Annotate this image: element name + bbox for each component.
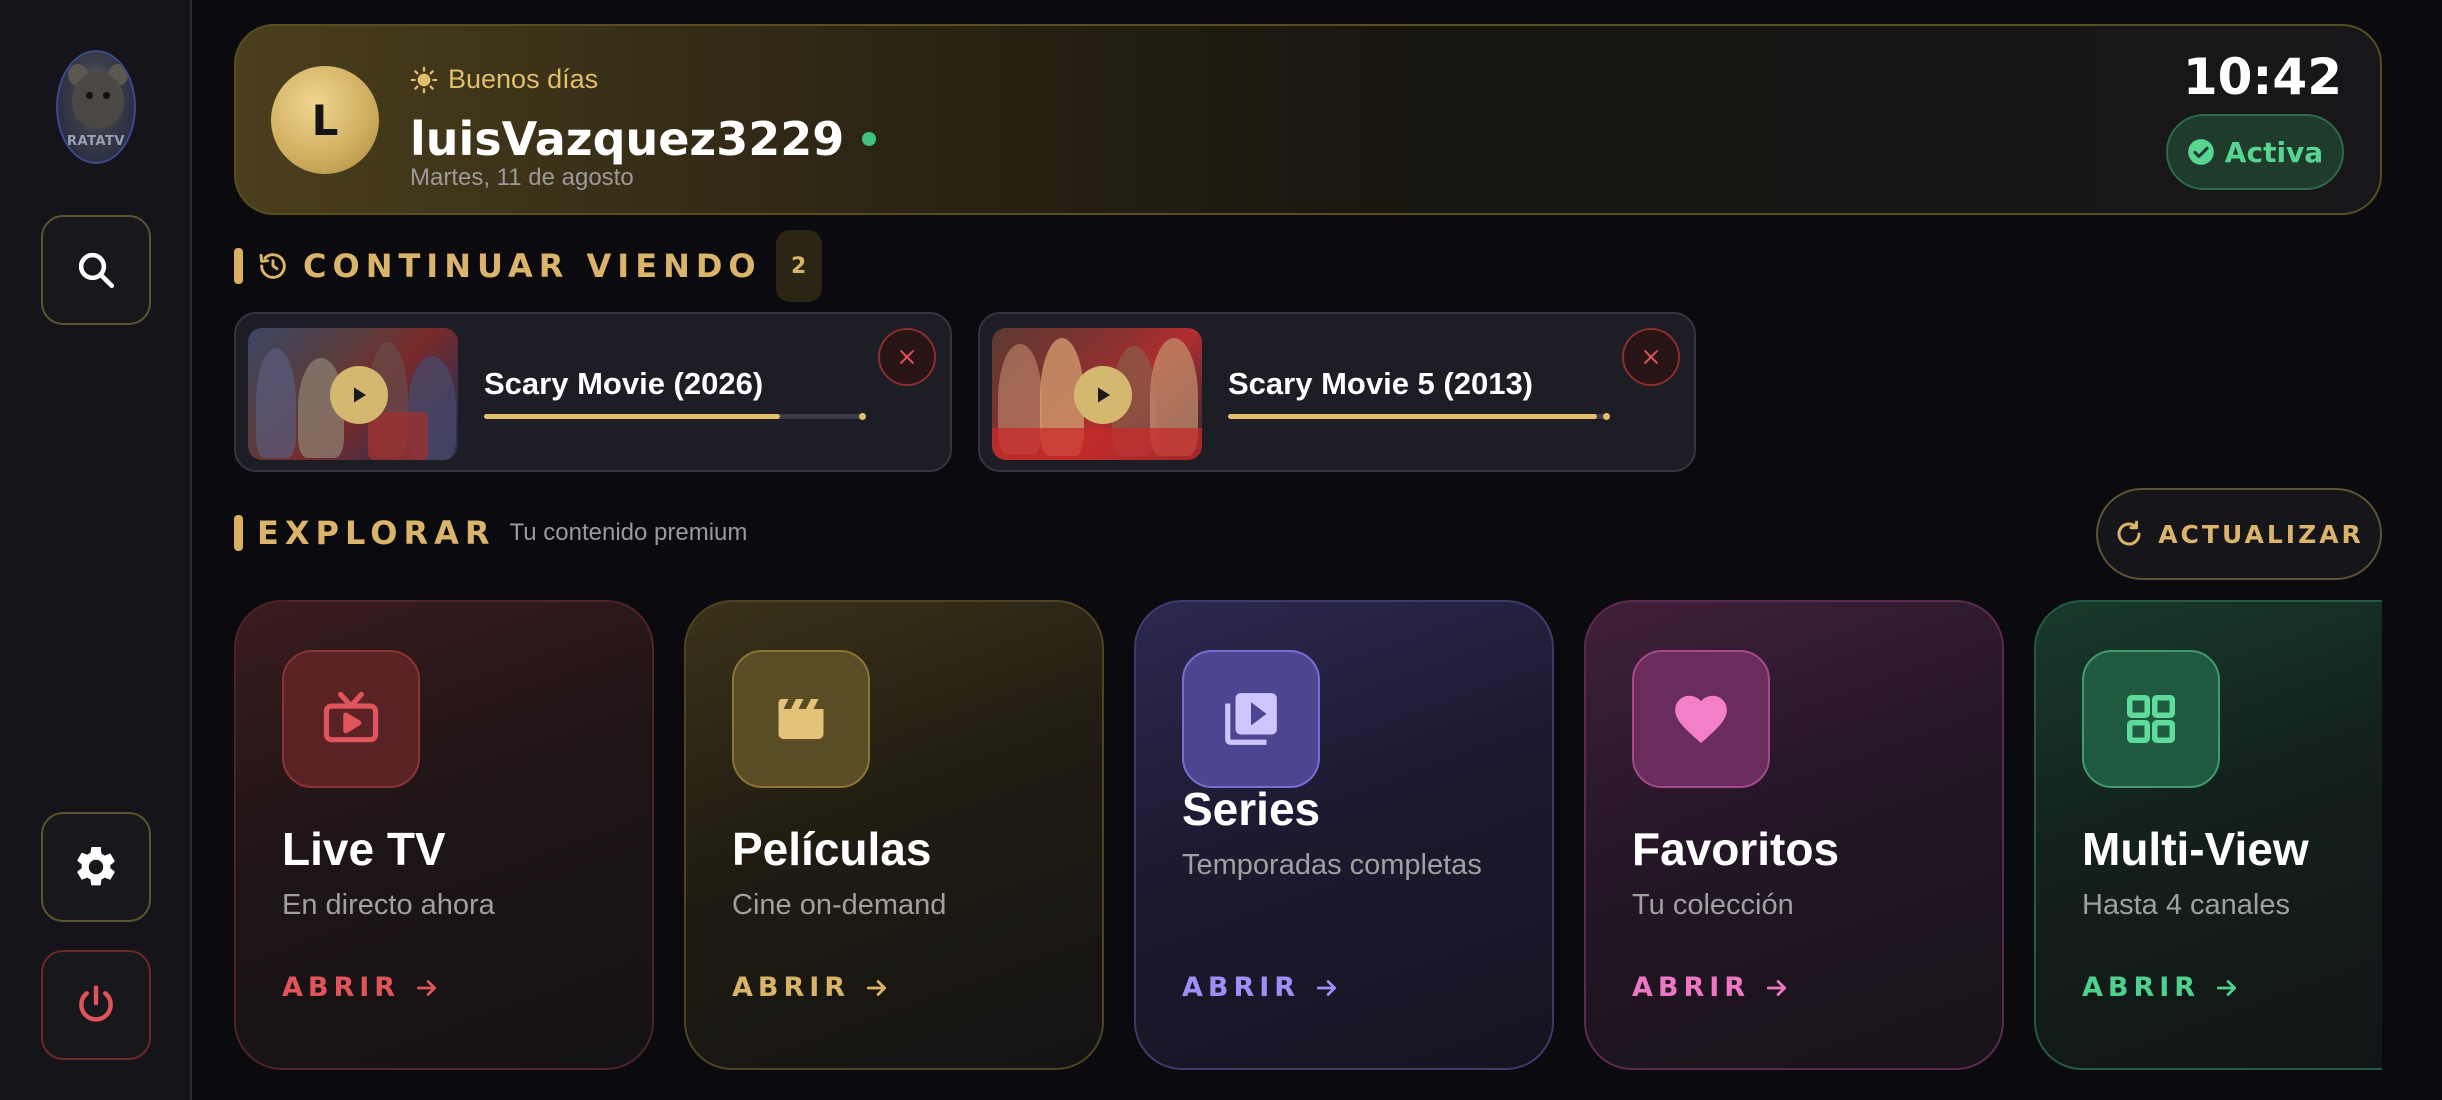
heart-icon <box>1675 695 1727 744</box>
status-badge: Activa <box>2166 114 2344 190</box>
arrow-right-icon <box>417 979 437 996</box>
play-icon <box>1098 387 1110 403</box>
category-title: Películas <box>732 823 932 875</box>
category-subtitle: En directo ahora <box>282 889 495 921</box>
section-accent-bar <box>234 248 243 284</box>
category-card-live-tv[interactable]: Live TV En directo ahora ABRIR <box>234 600 654 1070</box>
close-icon <box>900 350 914 364</box>
avatar[interactable]: L <box>271 66 379 174</box>
category-icon-box <box>282 650 420 788</box>
category-subtitle: Hasta 4 canales <box>2082 889 2290 921</box>
close-icon <box>1644 350 1658 364</box>
online-indicator <box>862 132 877 146</box>
arrow-right-icon <box>867 979 887 996</box>
remove-button[interactable] <box>878 328 936 386</box>
status-text: Activa <box>2224 135 2324 169</box>
explore-header: EXPLORAR Tu contenido premium <box>234 514 747 552</box>
refresh-button[interactable]: ACTUALIZAR <box>2096 488 2382 580</box>
progress-bar <box>484 413 866 420</box>
grid-icon <box>2127 695 2175 743</box>
gear-icon <box>77 846 115 886</box>
sidebar: RATATV <box>0 0 192 1100</box>
play-button[interactable] <box>1074 366 1132 424</box>
category-icon-box <box>1182 650 1320 788</box>
open-label: ABRIR <box>732 972 851 1003</box>
play-button[interactable] <box>330 366 388 424</box>
clapperboard-icon <box>778 699 824 739</box>
power-icon <box>79 985 113 1022</box>
history-icon <box>259 253 286 279</box>
search-icon <box>78 252 115 289</box>
open-label: ABRIR <box>1632 972 1751 1003</box>
remove-button[interactable] <box>1622 328 1680 386</box>
open-label: ABRIR <box>282 972 401 1003</box>
category-card-series[interactable]: Series Temporadas completas ABRIR <box>1134 600 1554 1070</box>
category-card-peliculas[interactable]: Películas Cine on-demand ABRIR <box>684 600 1104 1070</box>
category-title: Live TV <box>282 823 446 875</box>
category-subtitle: Cine on-demand <box>732 889 947 921</box>
video-library-icon <box>1225 693 1277 745</box>
power-button[interactable] <box>41 950 151 1060</box>
user-header: L Buenos días luisVazquez3229 Martes, 11… <box>234 24 2382 215</box>
category-title: Series <box>1182 783 1321 835</box>
continue-watching-header: CONTINUAR VIENDO 2 <box>234 230 822 302</box>
count-badge: 2 <box>775 230 822 302</box>
open-link[interactable]: ABRIR <box>2082 972 2240 1003</box>
continue-item[interactable]: Scary Movie 5 (2013) <box>978 312 1696 472</box>
category-card-multi-view[interactable]: Multi-View Hasta 4 canales ABRIR <box>2034 600 2382 1070</box>
check-circle-icon <box>2187 139 2214 165</box>
category-subtitle: Tu colección <box>1632 889 1794 921</box>
arrow-right-icon <box>1767 979 1787 996</box>
progress-fill <box>484 414 781 419</box>
open-label: ABRIR <box>2082 972 2201 1003</box>
category-icon-box <box>732 650 870 788</box>
refresh-icon <box>2117 520 2141 546</box>
logo-text: RATATV <box>67 134 125 149</box>
section-subtitle: Tu contenido premium <box>509 519 748 546</box>
continue-item[interactable]: Scary Movie (2026) <box>234 312 952 472</box>
tv-icon <box>323 691 379 743</box>
username: luisVazquez3229 <box>410 112 845 166</box>
greeting-text: Buenos días <box>448 64 599 94</box>
movie-thumbnail <box>248 328 458 460</box>
progress-fill <box>1228 414 1597 419</box>
progress-bar <box>1228 413 1610 420</box>
current-date: Martes, 11 de agosto <box>410 164 634 191</box>
open-link[interactable]: ABRIR <box>1632 972 1790 1003</box>
progress-end-marker <box>1603 413 1610 420</box>
category-title: Multi-View <box>2082 823 2309 875</box>
category-icon-box <box>1632 650 1770 788</box>
settings-button[interactable] <box>41 812 151 922</box>
arrow-right-icon <box>1317 979 1337 996</box>
greeting: Buenos días <box>410 64 598 95</box>
refresh-label: ACTUALIZAR <box>2158 519 2364 549</box>
section-accent-bar <box>234 515 243 551</box>
sun-icon <box>410 66 438 93</box>
category-title: Favoritos <box>1632 823 1840 875</box>
section-title: EXPLORAR <box>257 514 496 552</box>
play-icon <box>354 387 366 403</box>
movie-title: Scary Movie (2026) <box>484 366 764 401</box>
movie-title: Scary Movie 5 (2013) <box>1228 366 1534 401</box>
open-label: ABRIR <box>1182 972 1301 1003</box>
open-link[interactable]: ABRIR <box>1182 972 1340 1003</box>
category-subtitle: Temporadas completas <box>1182 849 1482 881</box>
open-link[interactable]: ABRIR <box>282 972 440 1003</box>
progress-end-marker <box>859 413 866 420</box>
app-logo[interactable]: RATATV <box>56 50 136 164</box>
arrow-right-icon <box>2217 979 2237 996</box>
search-button[interactable] <box>41 215 151 325</box>
username-row: luisVazquez3229 <box>410 112 877 166</box>
movie-thumbnail <box>992 328 1202 460</box>
category-card-favoritos[interactable]: Favoritos Tu colección ABRIR <box>1584 600 2004 1070</box>
section-title: CONTINUAR VIENDO <box>303 247 762 285</box>
clock: 10:42 <box>2182 48 2342 106</box>
category-icon-box <box>2082 650 2220 788</box>
open-link[interactable]: ABRIR <box>732 972 890 1003</box>
